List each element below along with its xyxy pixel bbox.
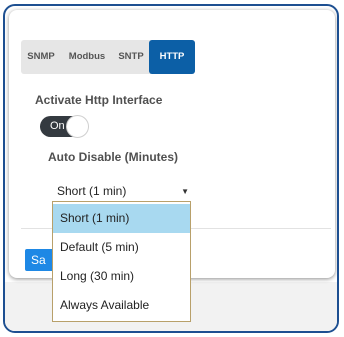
- tab-sntp[interactable]: SNTP: [113, 40, 149, 74]
- toggle-knob: [66, 115, 89, 138]
- option-short[interactable]: Short (1 min): [53, 204, 190, 233]
- tab-snmp[interactable]: SNMP: [21, 40, 61, 74]
- auto-disable-dropdown: Short (1 min) Default (5 min) Long (30 m…: [52, 201, 191, 322]
- option-always-available[interactable]: Always Available: [53, 291, 190, 320]
- settings-window: SNMP Modbus SNTP HTTP Activate Http Inte…: [3, 4, 339, 333]
- option-default[interactable]: Default (5 min): [53, 233, 190, 262]
- option-long[interactable]: Long (30 min): [53, 262, 190, 291]
- toggle-state-text: On: [50, 120, 65, 132]
- auto-disable-label: Auto Disable (Minutes): [48, 150, 179, 164]
- protocol-tabs: SNMP Modbus SNTP HTTP: [21, 40, 195, 74]
- http-interface-toggle[interactable]: On: [40, 115, 89, 138]
- tab-modbus[interactable]: Modbus: [61, 40, 113, 74]
- tab-http[interactable]: HTTP: [149, 40, 195, 74]
- activate-http-label: Activate Http Interface: [35, 93, 163, 107]
